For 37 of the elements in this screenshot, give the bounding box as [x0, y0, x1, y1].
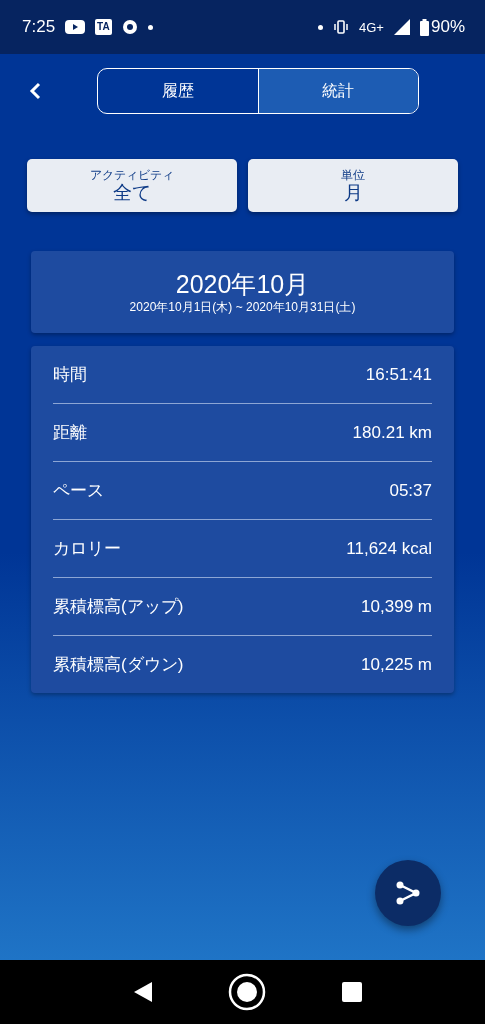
notification-dot [318, 24, 324, 30]
stat-value: 16:51:41 [365, 364, 432, 385]
square-icon [342, 982, 363, 1002]
stat-value: 11,624 kcal [346, 538, 432, 559]
recents-nav-button[interactable] [342, 982, 363, 1002]
triangle-icon [132, 981, 153, 1003]
notification-dot [147, 24, 153, 30]
stat-label: 累積標高(ダウン) [53, 654, 184, 676]
battery-icon [419, 18, 429, 36]
share-button[interactable] [375, 860, 441, 926]
share-icon [394, 879, 422, 907]
signal-icon [393, 19, 410, 35]
stat-value: 180.21 km [352, 422, 432, 443]
clock: 7:25 [22, 17, 56, 37]
tab[interactable]: 履歴 [98, 69, 258, 113]
back-nav-button[interactable] [132, 981, 153, 1003]
stat-value: 10,399 m [361, 596, 432, 617]
home-nav-button[interactable] [228, 973, 267, 1011]
back-icon [28, 81, 42, 101]
video-play-icon [65, 20, 86, 34]
period-range: 2020年10月1日(木) ~ 2020年10月31日(土) [129, 299, 356, 315]
stat-label: 時間 [53, 364, 87, 386]
stat-value: 10,225 m [361, 654, 432, 675]
filter-button[interactable]: 単位 月 [248, 159, 458, 212]
tab[interactable]: 統計 [257, 69, 418, 113]
app-badge: TA [95, 19, 112, 35]
circle-icon [228, 973, 267, 1011]
period-title: 2020年10月 [175, 269, 310, 299]
stat-label: 距離 [53, 422, 87, 444]
stat-label: カロリー [53, 538, 121, 560]
battery-level: 90% [430, 17, 465, 37]
stat-value: 05:37 [389, 480, 432, 501]
stat-label: ペース [53, 480, 104, 502]
vibrate-icon [333, 20, 350, 34]
stat-label: 累積標高(アップ) [53, 596, 184, 618]
network-type: 4G+ [359, 19, 384, 35]
filter-button[interactable]: アクティビティ 全て [27, 159, 237, 212]
